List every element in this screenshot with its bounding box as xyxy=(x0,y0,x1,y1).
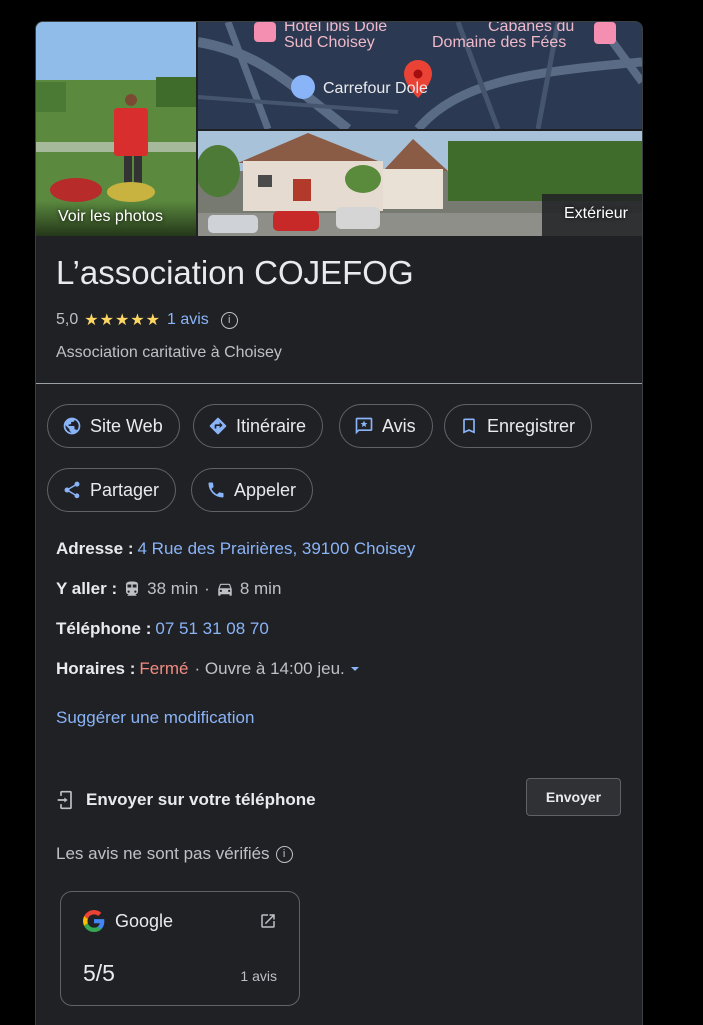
reviews-label: Avis xyxy=(382,415,416,436)
separator-dot: · xyxy=(204,579,210,598)
caret-down-icon[interactable] xyxy=(349,663,361,675)
reviews-button[interactable]: Avis xyxy=(339,404,433,448)
rating-row: 5,0 ★★★★★ 1 avis i xyxy=(56,310,238,330)
share-icon xyxy=(64,481,80,499)
phone-label: Téléphone : xyxy=(56,619,152,638)
info-icon[interactable]: i xyxy=(220,311,238,329)
website-button[interactable]: Site Web xyxy=(47,404,180,448)
review-source-name: Google xyxy=(115,910,174,931)
reviews-info-icon[interactable]: i xyxy=(275,845,293,863)
save-button[interactable]: Enregistrer xyxy=(444,404,593,448)
exterior-photo[interactable]: Extérieur xyxy=(198,131,642,236)
rating-stars: ★★★★★ xyxy=(84,312,161,329)
call-label: Appeler xyxy=(234,479,297,500)
send-to-phone-label: Envoyer sur votre téléphone xyxy=(86,790,316,809)
phone-row: Téléphone : 07 51 31 08 70 xyxy=(56,619,269,639)
review-source: Google xyxy=(83,910,173,932)
send-to-phone-row: Envoyer sur votre téléphone xyxy=(56,790,316,810)
train-icon xyxy=(126,581,139,596)
goto-label: Y aller : xyxy=(56,579,118,598)
globe-icon xyxy=(63,417,81,435)
divider xyxy=(36,383,642,384)
address-link[interactable]: 4 Rue des Prairières, 39100 Choisey xyxy=(137,539,415,559)
car-icon xyxy=(218,583,232,596)
map-label-cabanes-2: Domaine des Fées xyxy=(432,34,567,51)
share-button[interactable]: Partager xyxy=(47,468,177,512)
send-to-device-icon xyxy=(57,790,72,810)
phone-link[interactable]: 07 51 31 08 70 xyxy=(155,619,268,639)
address-label: Adresse : xyxy=(56,539,134,558)
knowledge-panel: Voir les photos Hôtel ibis Dole Sud Choi… xyxy=(35,21,643,1025)
reviews-link[interactable]: 1 avis xyxy=(167,311,209,329)
share-label: Partager xyxy=(90,479,160,500)
hours-status: Fermé xyxy=(139,659,189,678)
bookmark-icon xyxy=(463,418,475,434)
rating-value: 5,0 xyxy=(56,311,79,328)
map-label-hotel-2: Sud Choisey xyxy=(284,34,375,51)
map-image xyxy=(198,22,642,129)
place-category: Association caritative à Choisey xyxy=(56,344,282,361)
call-button[interactable]: Appeler xyxy=(191,468,314,512)
review-source-card[interactable]: Google 5/5 1 avis xyxy=(60,891,300,1006)
photo-grid: Voir les photos Hôtel ibis Dole Sud Choi… xyxy=(36,22,642,236)
reviews-notice: Les avis ne sont pas vérifiés i xyxy=(56,844,293,864)
review-count: 1 avis xyxy=(240,968,277,984)
hours-next: · Ouvre à 14:00 jeu. xyxy=(194,659,345,678)
transit-time: 38 min xyxy=(147,579,199,598)
exterior-label: Extérieur xyxy=(563,205,628,222)
map-label-carrefour: Carrefour Dole xyxy=(323,80,428,97)
directions-button[interactable]: Itinéraire xyxy=(193,404,324,448)
directions-label: Itinéraire xyxy=(236,415,307,436)
main-photo[interactable]: Voir les photos xyxy=(36,22,196,236)
map-thumbnail[interactable]: Hôtel ibis Dole Sud Choisey Cabanes du D… xyxy=(198,22,642,129)
directions-icon xyxy=(209,417,227,435)
see-photos-label: Voir les photos xyxy=(58,208,163,225)
hours-row[interactable]: Horaires : Fermé · Ouvre à 14:00 jeu. xyxy=(56,659,361,679)
reviews-notice-text: Les avis ne sont pas vérifiés xyxy=(56,844,270,863)
car-time: 8 min xyxy=(239,579,282,598)
hours-label: Horaires : xyxy=(56,659,136,678)
save-label: Enregistrer xyxy=(487,415,576,436)
review-icon xyxy=(355,417,373,435)
suggest-edit-link[interactable]: Suggérer une modification xyxy=(56,708,254,728)
google-logo-icon xyxy=(83,910,105,932)
website-label: Site Web xyxy=(90,415,163,436)
directions-row: Y aller : 38 min · 8 min xyxy=(56,579,281,599)
phone-icon xyxy=(208,482,224,498)
place-title: L’association COJEFOG xyxy=(56,254,414,291)
review-score: 5/5 xyxy=(83,960,115,986)
address-row: Adresse : 4 Rue des Prairières, 39100 Ch… xyxy=(56,539,415,559)
send-button[interactable]: Envoyer xyxy=(526,778,621,816)
external-link-icon[interactable] xyxy=(259,912,277,930)
